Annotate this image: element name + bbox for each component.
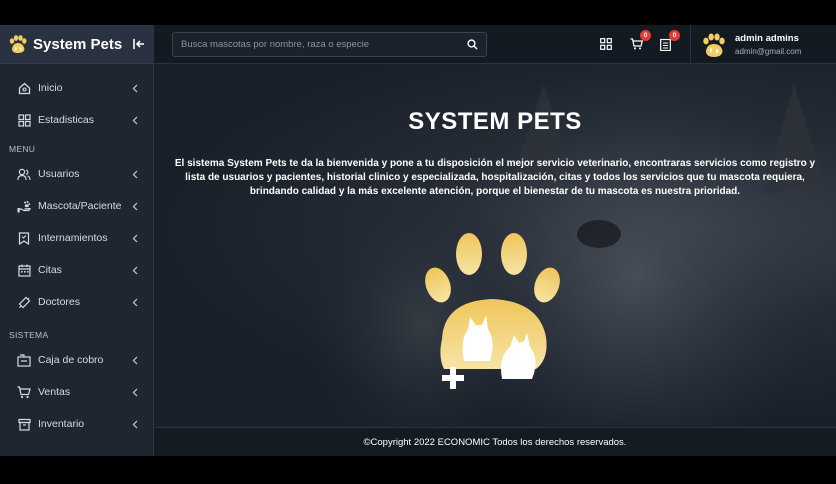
sidebar-item-label: Citas (38, 264, 62, 276)
cash-register-icon (17, 353, 31, 367)
sidebar-item-label: Internamientos (38, 232, 108, 244)
sidebar-item-doctores[interactable]: Doctores (0, 286, 153, 318)
pet-hand-icon (17, 199, 31, 213)
sidebar: System Pets Inicio Estadisticas MENU Usu… (0, 25, 154, 456)
chevron-left-icon (131, 115, 139, 125)
apps-grid-icon[interactable] (597, 35, 615, 53)
sidebar-item-usuarios[interactable]: Usuarios (0, 158, 153, 190)
sidebar-item-ventas[interactable]: Ventas (0, 376, 153, 408)
chevron-left-icon (131, 355, 139, 365)
sidebar-top-nav: Inicio Estadisticas (0, 72, 153, 136)
sidebar-item-citas[interactable]: Citas (0, 254, 153, 286)
chevron-left-icon (131, 201, 139, 211)
sidebar-item-label: Inventario (38, 418, 85, 430)
list-button[interactable]: 0 (656, 30, 680, 53)
brand-bar: System Pets (0, 25, 153, 64)
list-count-badge: 0 (669, 30, 680, 41)
sidebar-item-internamientos[interactable]: Internamientos (0, 222, 153, 254)
chevron-left-icon (131, 169, 139, 179)
calendar-icon (17, 263, 31, 277)
cart-count-badge: 0 (640, 30, 651, 41)
cart-icon (17, 385, 31, 399)
search-icon[interactable] (458, 33, 486, 56)
clipboard-list-icon (659, 38, 671, 51)
sidebar-item-inventario[interactable]: Inventario (0, 408, 153, 440)
sidebar-item-label: Estadisticas (38, 114, 95, 126)
paw-logo-icon (425, 233, 560, 389)
search-input[interactable] (173, 33, 458, 56)
hero-title: SYSTEM PETS (408, 108, 582, 135)
section-title-menu: MENU (9, 144, 36, 154)
welcome-panel: SYSTEM PETS El sistema System Pets te da… (154, 64, 836, 426)
search-box (172, 32, 487, 57)
chevron-left-icon (131, 419, 139, 429)
users-icon (17, 167, 31, 181)
hero-description: El sistema System Pets te da la bienveni… (174, 158, 816, 197)
cart-button[interactable]: 0 (627, 30, 651, 53)
archive-icon (17, 417, 31, 431)
chevron-left-icon (131, 297, 139, 307)
sidebar-item-label: Ventas (38, 386, 71, 398)
sidebar-item-caja-de-cobro[interactable]: Caja de cobro (0, 344, 153, 376)
syringe-icon (17, 295, 31, 309)
sidebar-item-estadisticas[interactable]: Estadisticas (0, 104, 153, 136)
chevron-left-icon (131, 233, 139, 243)
dashboard-icon (17, 113, 31, 127)
sidebar-item-label: Inicio (38, 82, 63, 94)
paw-avatar-icon (701, 32, 727, 58)
bookmark-icon (17, 231, 31, 245)
user-name: admin admins (735, 33, 799, 44)
collapse-sidebar-icon[interactable] (125, 25, 153, 64)
cart-icon (630, 38, 643, 50)
sidebar-system-nav: Caja de cobro Ventas Inventario (0, 344, 153, 440)
sidebar-menu-nav: Usuarios Mascota/Paciente Internamientos… (0, 158, 153, 318)
brand-title: System Pets (33, 35, 123, 53)
chevron-left-icon (131, 83, 139, 93)
footer: ©Copyright 2022 ECONOMIC Todos los derec… (154, 427, 836, 456)
home-icon (17, 81, 31, 95)
topbar: 0 0 admin admins admin@gmail. (154, 25, 836, 64)
user-menu[interactable]: admin admins admin@gmail.com (690, 25, 836, 64)
sidebar-item-inicio[interactable]: Inicio (0, 72, 153, 104)
app-window: System Pets Inicio Estadisticas MENU Usu… (0, 25, 836, 456)
section-title-sistema: SISTEMA (9, 330, 49, 340)
user-email: admin@gmail.com (735, 47, 802, 56)
chevron-left-icon (131, 387, 139, 397)
paw-icon (8, 34, 28, 54)
chevron-left-icon (131, 265, 139, 275)
copyright-text: ©Copyright 2022 ECONOMIC Todos los derec… (363, 436, 627, 448)
sidebar-item-mascota-paciente[interactable]: Mascota/Paciente (0, 190, 153, 222)
user-info: admin admins admin@gmail.com (735, 33, 801, 56)
sidebar-item-label: Doctores (38, 296, 81, 308)
sidebar-item-label: Mascota/Paciente (38, 200, 122, 212)
sidebar-item-label: Usuarios (38, 168, 80, 180)
sidebar-item-label: Caja de cobro (38, 354, 104, 366)
